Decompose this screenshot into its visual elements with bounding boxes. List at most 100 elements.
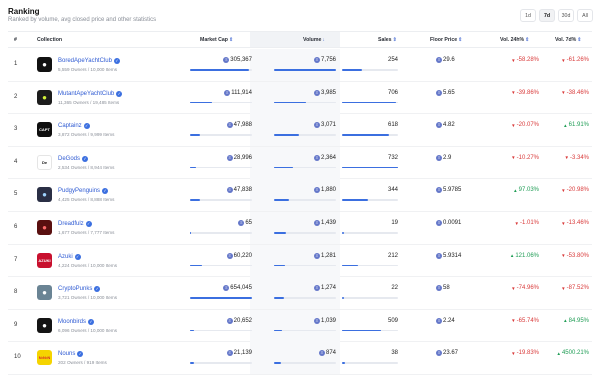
column-market-cap[interactable]: Market Cap⇕ [200,37,233,43]
table-row[interactable]: 7 AZUKI Azuki ✓ 4,224 Owners / 10,000 Ite… [8,244,592,278]
volume-bar-fill [274,69,336,71]
sales-bar [342,134,398,136]
table-row[interactable]: 8 ● CryptoPunks ✓ 3,721 Owners / 10,000 I… [8,277,592,310]
nouns-logo-icon[interactable]: N•N•N [37,350,52,366]
arrow-up-icon: ▲ [556,350,561,356]
collection-name[interactable]: BoredApeYachtClub ✓ [58,58,120,64]
vol-24h-text: 121.06% [515,252,539,259]
verified-icon: ✓ [94,286,101,293]
degods-logo-icon[interactable]: De [37,154,52,170]
table-row[interactable]: 6 ● Dreadfulz ✓ 1,677 Owners / 7,777 Item… [8,212,592,245]
rank-number: 5 [14,191,18,198]
mutant-ape-icon[interactable]: ● [37,89,52,105]
azuki-logo-icon[interactable]: AZUKI [37,252,52,268]
moonbird-icon[interactable]: ● [37,317,52,333]
range-all-button[interactable]: All [577,9,593,22]
penguin-icon[interactable]: ● [37,187,52,203]
range-7d-button[interactable]: 7d [539,9,555,22]
volume-bar-fill [274,297,284,299]
sales-bar-fill [342,134,390,136]
column-collection[interactable]: Collection [37,37,62,43]
eth-icon: Ξ [313,89,320,96]
eth-icon: Ξ [313,285,320,292]
eth-icon: Ξ [226,187,233,194]
column-market-cap-label: Market Cap [200,37,228,43]
market-cap-text: 21,139 [233,350,252,357]
collection-name[interactable]: PudgyPenguins ✓ [58,188,109,195]
eth-icon: Ξ [224,89,231,96]
vol-24h-change: ▲ 97.03% [491,187,539,193]
vol-7d-text: -53.80% [566,252,589,259]
sorted-column-cell [250,277,340,310]
avatar-text: AZUKI [38,257,51,263]
table-row[interactable]: 2 ● MutantApeYachtClub ✓ 11,365 Owners / … [8,81,592,115]
avatar-glyph: ● [42,92,47,102]
table-row[interactable]: 3 CAPT Captainz ✓ 3,872 Owners / 9,999 It… [8,114,592,147]
table-row[interactable]: 4 De DeGods ✓ 2,534 Owners / 8,944 Items … [8,146,592,180]
eth-icon: Ξ [318,350,325,357]
volume-bar-fill [274,264,285,267]
vol-7d-change: ▼ -61.26% [543,57,589,63]
verified-icon: ✓ [82,155,89,162]
floor-price-text: 58 [443,285,450,292]
floor-price-text: 29.6 [443,57,455,63]
avatar-text: N•N•N [38,355,51,361]
table-row[interactable]: 10 N•N•N Nouns ✓ 202 Owners / 919 Items Ξ… [8,342,592,375]
collection-name[interactable]: Moonbirds ✓ [58,318,95,325]
vol-24h-text: -1.01% [519,220,539,226]
dreadfulz-icon[interactable]: ● [37,220,52,235]
column-vol-24h[interactable]: Vol. 24h%⇕ [500,37,529,43]
collection-name[interactable]: DeGods ✓ [58,155,89,162]
avatar-text: De [41,159,48,165]
column-sales[interactable]: Sales⇕ [378,37,397,43]
table-row[interactable]: 1 ● BoredApeYachtClub ✓ 5,559 Owners / 10… [8,49,592,82]
volume-value: Ξ 3,071 [274,122,336,129]
market-cap-bar [190,69,252,71]
collection-name[interactable]: Dreadfulz ✓ [58,221,92,227]
punk-icon[interactable]: ● [37,285,52,301]
vol-24h-text: -39.86% [516,89,539,96]
collection-name[interactable]: Azuki ✓ [58,253,81,260]
column-floor-price[interactable]: Floor Price⇕ [430,37,462,43]
rank-number: 2 [14,93,18,100]
volume-text: 1,439 [320,220,336,226]
column-volume[interactable]: Volume↓ [303,37,325,43]
vol-7d-change: ▼ -3.34% [543,155,589,161]
market-cap-value: Ξ 305,367 [190,57,252,63]
table-row[interactable]: 5 ● PudgyPenguins ✓ 4,425 Owners / 8,888 … [8,179,592,212]
market-cap-bar-fill [190,166,197,169]
sales-value: 22 [342,285,398,291]
arrow-down-icon: ▼ [511,350,516,356]
vol-7d-change: ▲ 61.91% [543,122,589,128]
sales-bar-fill [342,232,344,234]
collection-name[interactable]: CryptoPunks ✓ [58,286,101,293]
volume-bar [274,101,336,104]
collection-name[interactable]: Captainz ✓ [58,123,90,130]
ape-skull-icon[interactable]: ● [37,57,52,72]
vol-7d-text: 4500.21% [561,350,589,357]
market-cap-value: Ξ 47,988 [190,122,252,129]
vol-24h-text: -65.74% [516,317,539,324]
table-row[interactable]: 9 ● Moonbirds ✓ 6,096 Owners / 10,000 Ite… [8,309,592,343]
sales-bar-fill [342,101,396,104]
arrow-down-icon: ▼ [511,90,516,96]
range-1d-button[interactable]: 1d [520,9,536,22]
arrow-down-icon: ▼ [514,220,519,226]
vol-24h-change: ▼ -10.27% [491,155,539,161]
collection-name[interactable]: MutantApeYachtClub ✓ [58,90,123,97]
sorted-column-cell [250,244,340,277]
sort-icon: ⇕ [228,37,234,43]
floor-price-text: 5.9314 [443,252,462,259]
column-vol-7d[interactable]: Vol. 7d%⇕ [555,37,581,43]
collection-name[interactable]: Nouns ✓ [58,351,84,358]
eth-icon: Ξ [436,187,442,194]
sales-text: 254 [387,57,398,63]
range-30d-button[interactable]: 30d [558,9,574,22]
vol-24h-change: ▼ -1.01% [491,220,539,226]
captainz-logo-icon[interactable]: CAPT [37,122,52,138]
volume-bar-fill [274,362,281,364]
market-cap-bar-fill [190,232,191,234]
sales-value: 732 [342,155,398,161]
market-cap-bar-fill [190,362,195,364]
arrow-down-icon: ▼ [564,155,569,161]
